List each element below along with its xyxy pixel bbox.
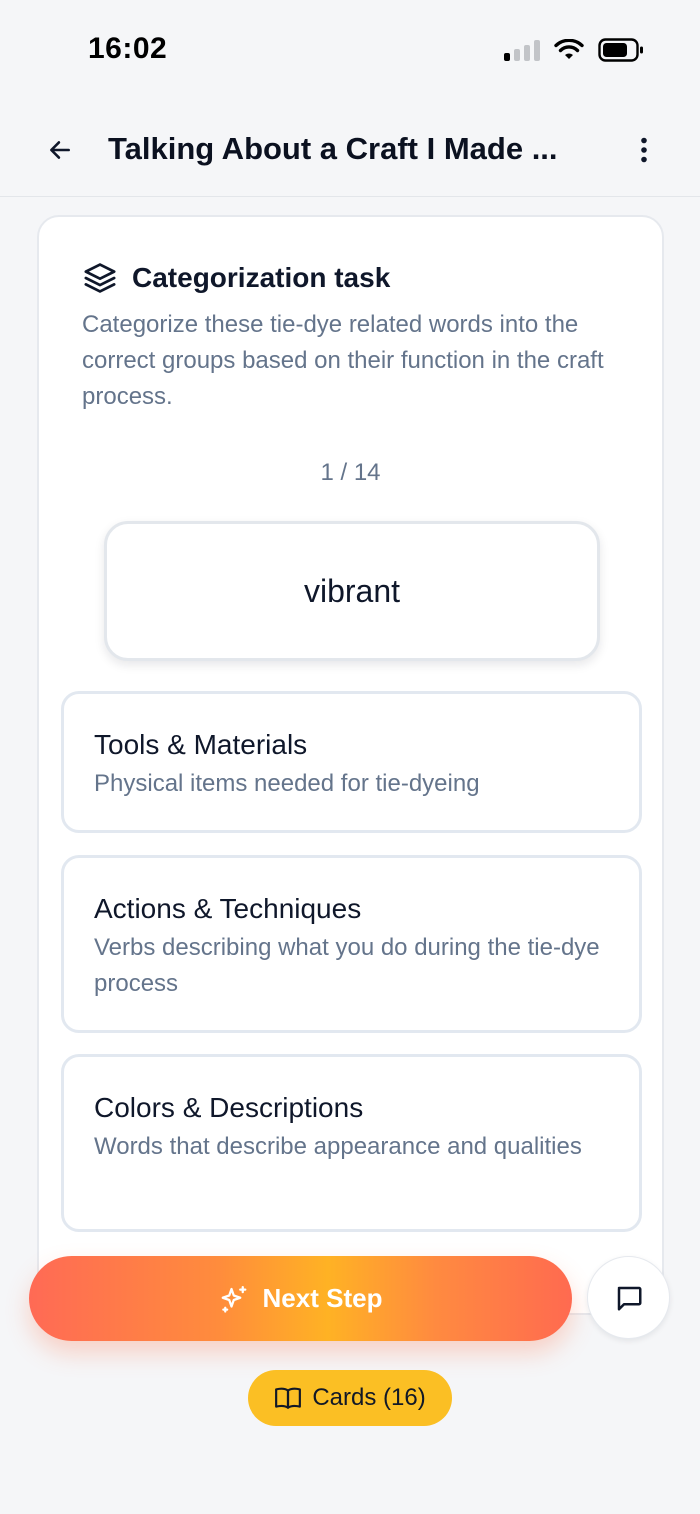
layers-icon	[84, 263, 116, 293]
category-description: Physical items needed for tie-dyeing	[94, 770, 480, 797]
book-open-icon	[275, 1387, 302, 1409]
category-actions-techniques[interactable]: Actions & Techniques Verbs describing wh…	[61, 855, 642, 1033]
cards-button[interactable]: Cards (16)	[248, 1370, 452, 1426]
category-description: Verbs describing what you do during the …	[94, 934, 600, 997]
wifi-icon	[554, 39, 584, 59]
more-options-button[interactable]	[632, 132, 656, 168]
cellular-signal-icon	[504, 39, 540, 61]
message-square-icon	[617, 1286, 641, 1310]
draggable-word-card[interactable]: vibrant	[104, 521, 600, 661]
app-header: Talking About a Craft I Made ...	[0, 100, 700, 197]
task-title: Categorization task	[132, 262, 391, 293]
category-name: Actions & Techniques	[94, 893, 362, 924]
task-card: Categorization task Categorize these tie…	[37, 215, 664, 1315]
more-vertical-icon	[641, 137, 647, 163]
chat-button[interactable]	[587, 1256, 670, 1339]
category-name: Tools & Materials	[94, 729, 308, 760]
task-header: Categorization task	[82, 261, 390, 295]
category-name: Colors & Descriptions	[94, 1092, 364, 1123]
sparkles-icon	[221, 1285, 246, 1313]
category-description: Words that describe appearance and quali…	[94, 1133, 582, 1160]
next-step-label: Next Step	[262, 1283, 383, 1313]
back-button[interactable]	[44, 134, 76, 166]
status-icons	[504, 38, 644, 62]
cards-label: Cards (16)	[312, 1384, 426, 1411]
category-colors-descriptions[interactable]: Colors & Descriptions Words that describ…	[61, 1054, 642, 1232]
status-bar: 16:02	[0, 0, 700, 100]
progress-counter: 1 / 14	[320, 459, 381, 486]
status-time: 16:02	[88, 32, 168, 65]
category-tools-materials[interactable]: Tools & Materials Physical items needed …	[61, 691, 642, 833]
next-step-button[interactable]: Next Step	[29, 1256, 572, 1341]
page-title: Talking About a Craft I Made ...	[108, 131, 558, 166]
battery-icon	[598, 38, 643, 62]
task-description: Categorize these tie-dye related words i…	[82, 311, 604, 410]
arrow-left-icon	[50, 141, 70, 159]
floating-action-row: Next Step	[0, 1250, 700, 1350]
